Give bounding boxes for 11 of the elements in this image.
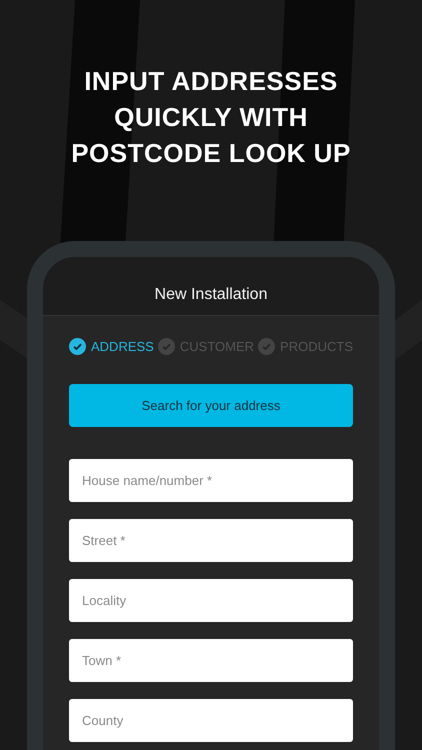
screen-title: New Installation (154, 286, 268, 304)
headline-text: INPUT ADDRESSES (84, 65, 338, 98)
input-field[interactable]: County (69, 699, 353, 742)
headline-text: POSTCODE LOOK UP (71, 137, 351, 170)
search-address-button[interactable]: Search for your address (69, 384, 353, 427)
headline-text: QUICKLY WITH (114, 101, 308, 134)
input-field[interactable]: Town * (69, 639, 353, 682)
input-field[interactable]: Locality (69, 579, 353, 622)
input-field[interactable]: Street * (69, 519, 353, 562)
input-field[interactable]: House name/number * (69, 459, 353, 502)
step-label[interactable]: ADDRESS (91, 338, 154, 354)
